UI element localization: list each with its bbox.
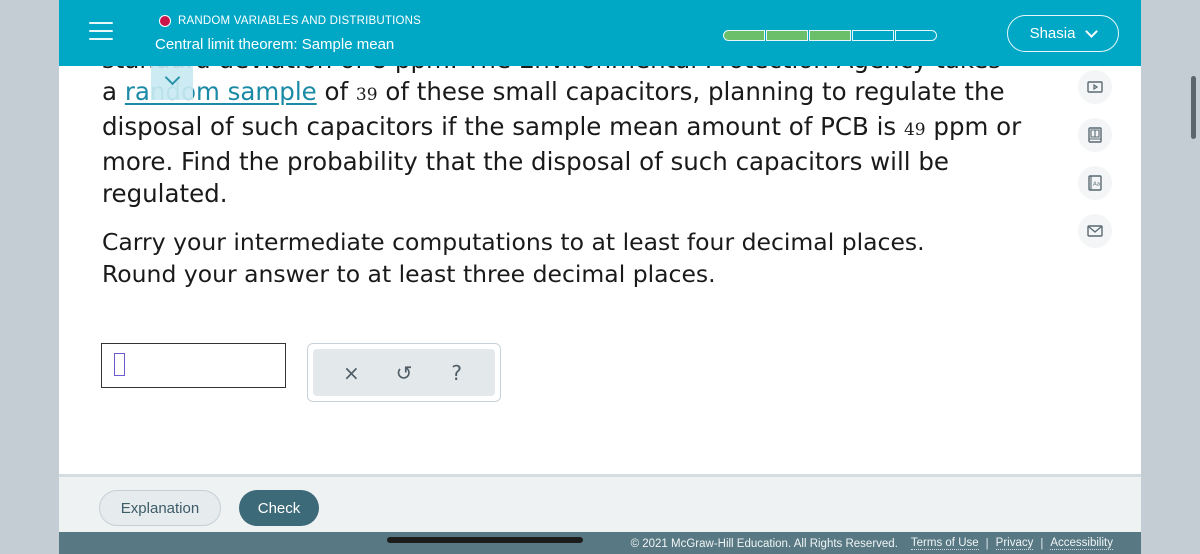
topic-status-dot <box>159 15 171 27</box>
question-text-part: a <box>102 77 125 106</box>
terms-link[interactable]: Terms of Use <box>910 537 979 550</box>
glossary-icon: Aa <box>1088 175 1102 191</box>
glossary-button[interactable]: Aa <box>1078 166 1112 200</box>
progress-segment <box>852 30 894 41</box>
ebook-icon <box>1088 127 1102 143</box>
question-text: standard deviation of 8 ppm. The Environ… <box>102 44 1052 226</box>
scrollbar[interactable] <box>1191 76 1196 139</box>
svg-text:Aa: Aa <box>1093 182 1100 188</box>
message-button[interactable] <box>1078 214 1112 248</box>
instructions: Carry your intermediate computations to … <box>102 226 925 290</box>
accessibility-link[interactable]: Accessibility <box>1050 537 1113 550</box>
separator: | <box>985 537 989 550</box>
user-menu-button[interactable]: Shasia <box>1007 15 1119 52</box>
video-button[interactable] <box>1078 70 1112 104</box>
video-icon <box>1087 81 1103 93</box>
header: RANDOM VARIABLES AND DISTRIBUTIONS Centr… <box>59 0 1141 66</box>
threshold-value: 49 <box>903 120 926 140</box>
answer-tool-panel-inner: × ↺ ? <box>313 349 495 396</box>
progress-segment <box>723 30 765 41</box>
progress-bar <box>723 30 938 41</box>
progress-segment <box>809 30 851 41</box>
progress-segment <box>766 30 808 41</box>
menu-icon[interactable] <box>89 22 113 44</box>
chevron-down-icon <box>1085 25 1099 38</box>
topic-label: RANDOM VARIABLES AND DISTRIBUTIONS <box>178 15 422 27</box>
lesson-title: Central limit theorem: Sample mean <box>155 36 395 53</box>
help-icon[interactable]: ? <box>442 361 472 385</box>
instruction-line: Round your answer to at least three deci… <box>102 260 716 288</box>
undo-icon[interactable]: ↺ <box>389 361 419 385</box>
progress-segment <box>895 30 937 41</box>
ebook-button[interactable] <box>1078 118 1112 152</box>
check-button[interactable]: Check <box>239 490 319 526</box>
privacy-link[interactable]: Privacy <box>995 537 1034 550</box>
explanation-button[interactable]: Explanation <box>99 490 221 526</box>
collapse-toggle-button[interactable] <box>151 66 193 100</box>
footer-bar: Explanation Check <box>59 474 1141 532</box>
clear-icon[interactable]: × <box>336 361 366 385</box>
message-icon <box>1087 225 1103 237</box>
instruction-line: Carry your intermediate computations to … <box>102 228 925 256</box>
separator: | <box>1040 537 1044 550</box>
answer-input[interactable] <box>101 343 286 388</box>
question-text-part: of <box>316 77 356 106</box>
user-name: Shasia <box>1029 25 1076 42</box>
copyright-text: © 2021 McGraw-Hill Education. All Rights… <box>630 537 898 550</box>
topic-row: RANDOM VARIABLES AND DISTRIBUTIONS <box>159 15 421 27</box>
answer-tool-panel: × ↺ ? <box>307 343 501 402</box>
chevron-down-icon <box>164 69 180 86</box>
home-indicator <box>387 537 583 543</box>
aleks-app: RANDOM VARIABLES AND DISTRIBUTIONS Centr… <box>59 0 1141 554</box>
input-cursor <box>114 353 125 376</box>
copyright-bar: © 2021 McGraw-Hill Education. All Rights… <box>59 532 1141 554</box>
sample-size-value: 39 <box>355 85 378 105</box>
